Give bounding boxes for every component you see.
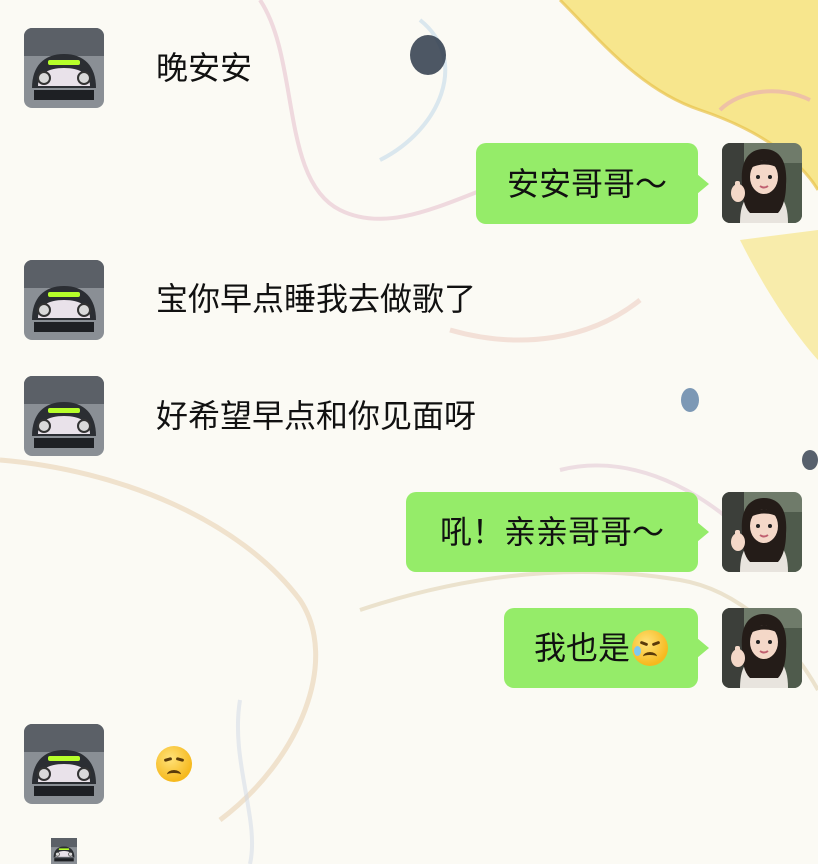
contact-avatar[interactable] — [24, 28, 104, 108]
message-text: 晚安安 — [156, 49, 253, 87]
message-text: 安安哥哥～ — [506, 164, 667, 203]
message-bubble[interactable]: 我也是 — [504, 608, 698, 688]
my-avatar[interactable] — [722, 143, 802, 223]
message-text: 宝你早点睡我去做歌了 — [156, 280, 477, 318]
message-text: 我也是 — [533, 629, 630, 667]
laughing-tears-emoji-icon — [632, 630, 668, 666]
message-text: 好希望早点和你见面呀 — [156, 397, 477, 435]
message-emoji — [156, 746, 192, 782]
message-bubble[interactable]: 吼！亲亲哥哥～ — [406, 492, 698, 572]
my-avatar[interactable] — [722, 492, 802, 572]
message-text: 吼！亲亲哥哥～ — [439, 513, 664, 551]
contact-avatar[interactable] — [24, 724, 104, 804]
contact-avatar[interactable] — [24, 260, 104, 340]
message-bubble[interactable]: 安安哥哥～ — [476, 143, 698, 224]
frowning-face-emoji-icon — [156, 746, 192, 782]
my-avatar[interactable] — [722, 608, 802, 688]
contact-avatar[interactable] — [24, 838, 104, 864]
contact-avatar[interactable] — [24, 376, 104, 456]
